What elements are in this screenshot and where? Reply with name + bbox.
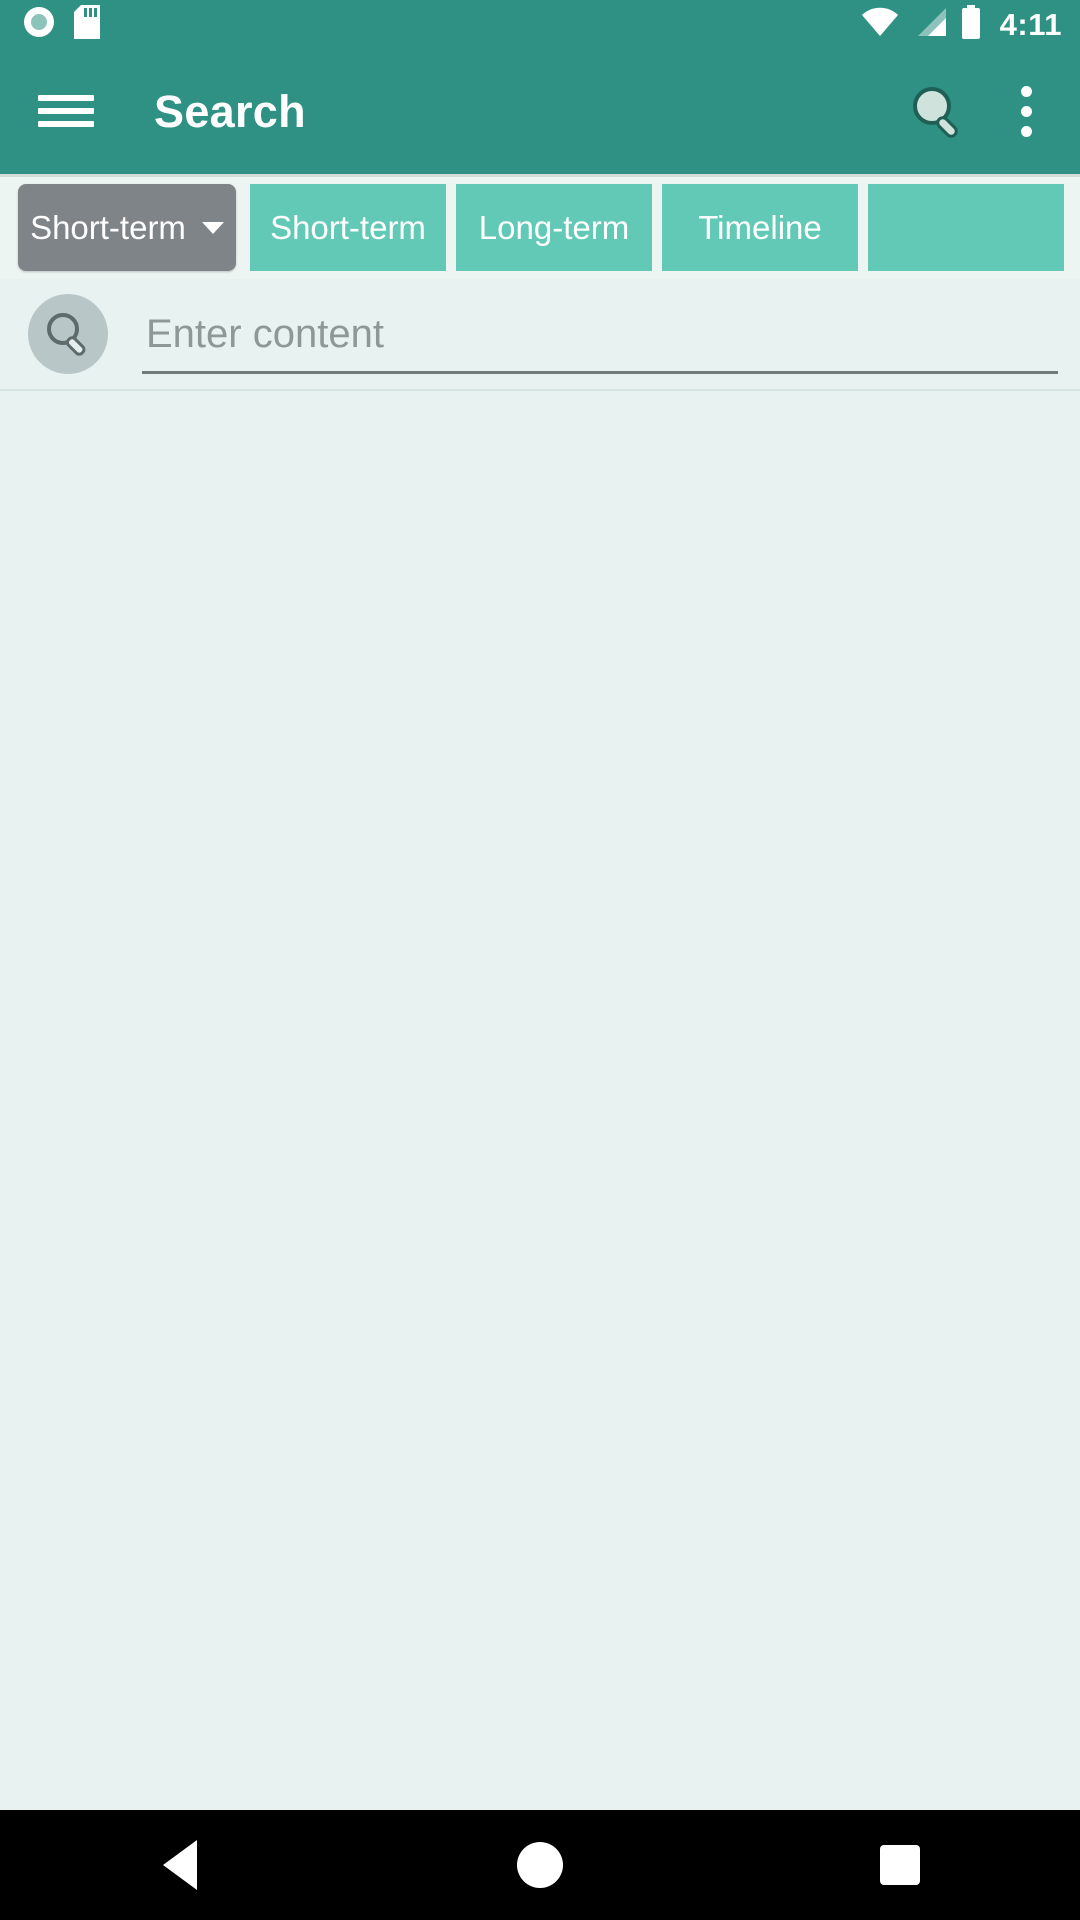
overflow-menu-icon[interactable] — [1002, 81, 1050, 141]
tab-label: Long-term — [478, 208, 630, 246]
recents-square-icon — [880, 1845, 920, 1885]
tab-label: Short-term — [270, 208, 426, 246]
sd-card-icon — [74, 4, 100, 44]
search-bar — [0, 279, 1080, 391]
record-circle-icon — [22, 5, 56, 44]
page-title: Search — [154, 85, 306, 137]
search-results-area — [0, 391, 1080, 1810]
system-navigation-bar — [0, 1810, 1080, 1920]
tab-short-term[interactable]: Short-term — [250, 184, 446, 271]
search-icon — [47, 313, 86, 356]
back-button[interactable] — [80, 1810, 280, 1920]
chevron-down-icon — [201, 221, 224, 234]
recents-button[interactable] — [800, 1810, 1000, 1920]
tab-spinner-label: Short-term — [30, 208, 186, 246]
tab-next-partial[interactable] — [868, 184, 1064, 271]
tab-timeline[interactable]: Timeline — [662, 184, 858, 271]
tab-strip[interactable]: Short-term Short-term Long-term Timeline — [0, 174, 1080, 279]
status-bar-left-icons — [22, 4, 100, 44]
search-input[interactable] — [142, 312, 1058, 363]
battery-icon — [960, 4, 982, 44]
tab-long-term[interactable]: Long-term — [456, 184, 652, 271]
app-root: 4:11 Search Short-term Short-term Long-t… — [0, 0, 1080, 1920]
hamburger-menu-icon[interactable] — [38, 89, 94, 133]
app-bar: Search — [0, 48, 1080, 174]
status-bar-right-icons: 4:11 — [860, 4, 1062, 44]
wifi-icon — [860, 6, 900, 43]
status-bar-clock: 4:11 — [999, 6, 1062, 42]
cellular-signal-icon — [912, 6, 948, 43]
tab-spinner-short-term[interactable]: Short-term — [18, 184, 236, 271]
status-bar: 4:11 — [0, 0, 1080, 48]
home-circle-icon — [517, 1842, 563, 1888]
search-input-wrapper[interactable] — [142, 294, 1058, 374]
app-bar-actions — [906, 80, 1050, 142]
home-button[interactable] — [440, 1810, 640, 1920]
search-submit-button[interactable] — [28, 294, 108, 374]
search-icon[interactable] — [906, 80, 968, 142]
tab-label: Timeline — [698, 208, 822, 246]
back-triangle-icon — [163, 1840, 197, 1890]
